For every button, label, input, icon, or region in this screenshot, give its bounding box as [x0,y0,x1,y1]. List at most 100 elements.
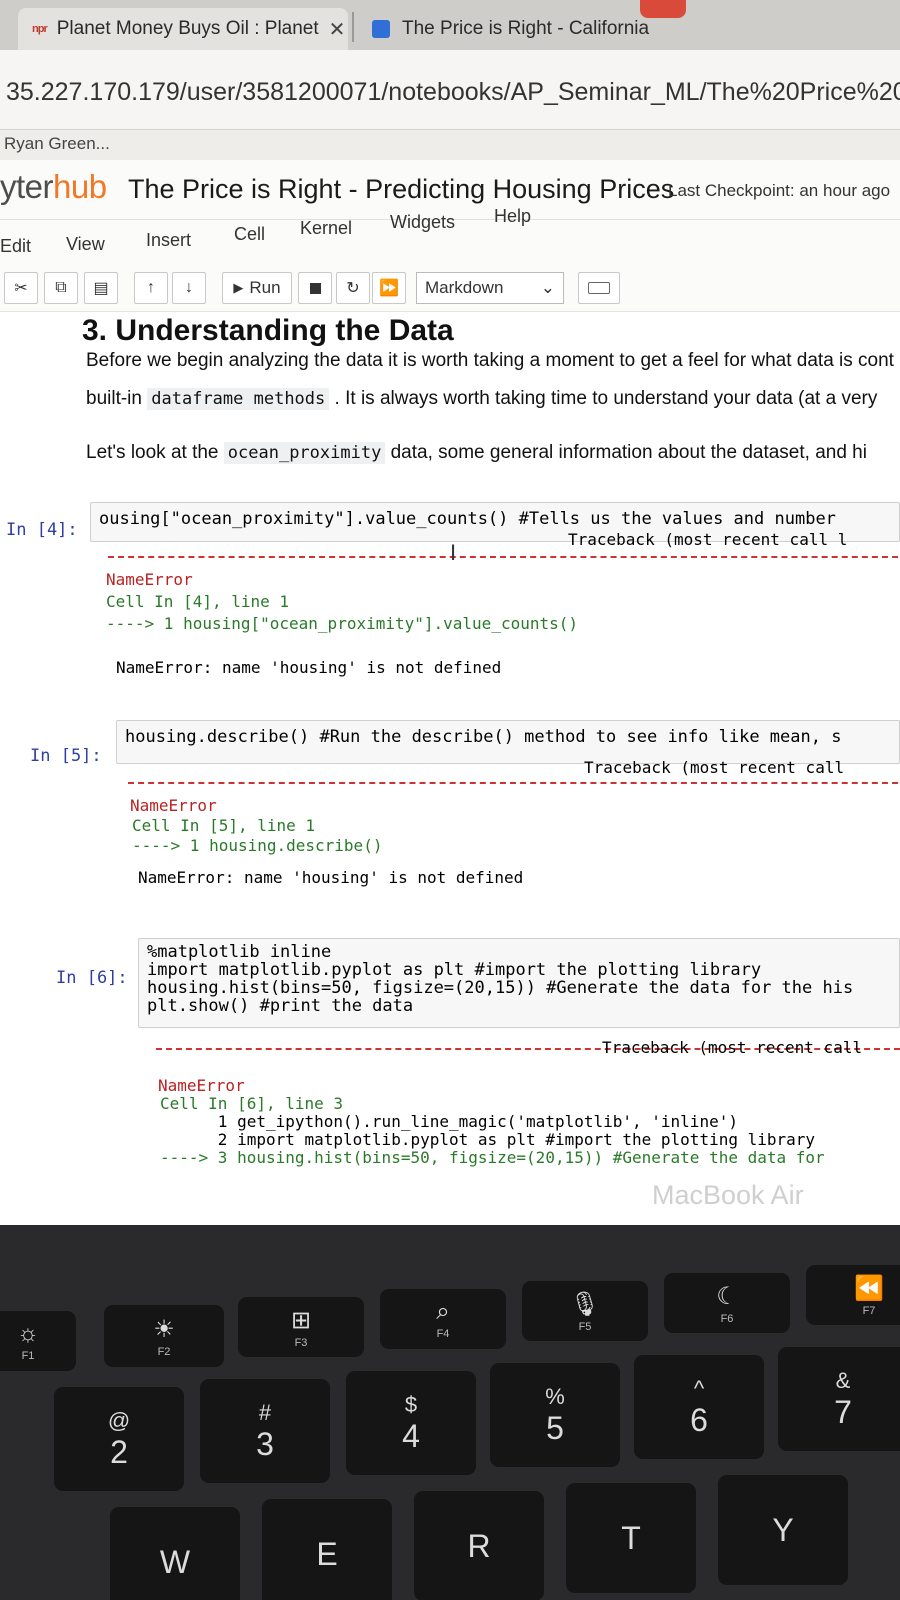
tab-divider [352,12,354,42]
key-f1[interactable]: ☼ F1 [0,1311,76,1371]
laptop-screen: npr Planet Money Buys Oil : Planet ✕ The… [0,0,900,1225]
error-name: NameError [130,796,217,815]
brightness-up-icon: ☀ [153,1315,175,1343]
key-w[interactable]: W [110,1507,240,1600]
key-f6[interactable]: ☾ F6 [664,1273,790,1333]
key-6[interactable]: ^ 6 [634,1355,764,1459]
traceback-line: 2 import matplotlib.pyplot as plt #impor… [160,1130,816,1149]
paragraph-line: Before we begin analyzing the data it is… [86,350,894,371]
jupyter-icon [372,20,390,38]
keyboard-icon[interactable] [578,272,620,304]
move-up-icon[interactable]: ↑ [134,272,168,304]
logo-text-orange: hub [53,168,107,205]
close-icon[interactable]: ✕ [329,17,346,42]
npr-icon: npr [32,23,48,35]
menu-kernel[interactable]: Kernel [300,218,352,239]
jupyter-header: yterhub The Price is Right - Predicting … [0,160,900,220]
key-f3[interactable]: ⊞ F3 [238,1297,364,1357]
key-f5[interactable]: 🎙 F5 [522,1281,648,1341]
play-icon: ▶ [233,280,244,295]
move-down-icon[interactable]: ↓ [172,272,206,304]
paragraph-line: built-in dataframe methods . It is alway… [86,388,878,410]
browser-tab-bar: npr Planet Money Buys Oil : Planet ✕ The… [0,0,900,50]
inline-code: dataframe methods [147,388,330,410]
key-3[interactable]: #3 [200,1379,330,1483]
key-2[interactable]: @2 [54,1387,184,1491]
section-heading: 3. Understanding the Data [82,314,454,347]
error-message: NameError: name 'housing' is not defined [138,868,524,887]
inline-code: ocean_proximity [223,442,386,464]
traceback-header: Traceback (most recent call [602,1038,863,1057]
notebook-title[interactable]: The Price is Right - Predicting Housing … [128,174,674,205]
menu-insert[interactable]: Insert [146,230,191,251]
menu-help[interactable]: Help [494,206,531,227]
traceback-line: 1 get_ipython().run_line_magic('matplotl… [160,1112,738,1131]
jupyterhub-logo[interactable]: yterhub [0,168,107,206]
tab-price-is-right[interactable]: The Price is Right - California [360,8,680,50]
error-source-line: ----> 1 housing["ocean_proximity"].value… [106,614,579,633]
restart-icon[interactable]: ↻ [336,272,370,304]
notebook-toolbar: ✂ ⧉ ▤ ↑ ↓ ▶ Run ↻ ⏩ Markdown ⌄ [0,266,900,312]
text-cursor-icon: I [450,540,457,565]
error-divider [108,556,898,558]
key-r[interactable]: R [414,1491,544,1600]
code-line: import matplotlib.pyplot as plt #import … [147,960,762,980]
copy-icon[interactable]: ⧉ [44,272,78,304]
cell-prompt: In [6]: [56,968,128,988]
paragraph-line: Let's look at the ocean_proximity data, … [86,442,867,464]
menu-widgets[interactable]: Widgets [390,212,455,233]
menu-edit[interactable]: Edit [0,236,31,257]
key-f7[interactable]: ⏪ F7 [806,1265,900,1325]
cell-type-select[interactable]: Markdown ⌄ [416,272,564,304]
code-line: housing.hist(bins=50, figsize=(20,15)) #… [147,978,854,998]
laptop-keyboard: ☼ F1 ☀ F2 ⊞ F3 ⌕ F4 🎙 F5 ☾ F6 ⏪ F7 @2 #3 $4 % 5 … [0,1225,900,1600]
url-text[interactable]: 35.227.170.179/user/3581200071/notebooks… [6,78,900,107]
key-y[interactable]: Y [718,1475,848,1585]
bookmark-item[interactable]: Ryan Green... [4,134,110,154]
run-button[interactable]: ▶ Run [222,272,292,304]
rewind-icon: ⏪ [854,1274,884,1302]
key-t[interactable]: T [566,1483,696,1593]
tab-planet-money[interactable]: npr Planet Money Buys Oil : Planet ✕ [18,8,348,50]
key-e[interactable]: E [262,1499,392,1600]
error-name: NameError [106,570,193,589]
moon-icon: ☾ [716,1282,738,1310]
stop-icon[interactable] [298,272,332,304]
run-label: Run [249,278,281,297]
macbook-air-label: MacBook Air [652,1180,804,1210]
tab-label: Planet Money Buys Oil : Planet [56,18,319,39]
error-name: NameError [158,1076,245,1095]
traceback-header: Traceback (most recent call l [568,530,848,549]
key-7[interactable]: & 7 [778,1347,900,1451]
traceback-header: Traceback (most recent call [584,758,845,777]
brightness-down-icon: ☼ [17,1320,39,1347]
error-source-line: ----> 1 housing.describe() [132,836,383,855]
menu-view[interactable]: View [66,234,105,255]
mission-control-icon: ⊞ [290,1306,312,1334]
paste-icon[interactable]: ▤ [84,272,118,304]
chevron-down-icon: ⌄ [540,278,555,297]
error-divider [128,782,898,784]
cell-prompt: In [5]: [30,746,102,766]
key-f4[interactable]: ⌕ F4 [380,1289,506,1349]
code-line: plt.show() #print the data [147,996,414,1016]
cell-type-value: Markdown [425,278,504,297]
key-4[interactable]: $4 [346,1371,476,1475]
key-5[interactable]: % 5 [490,1363,620,1467]
tab-label: The Price is Right - California [402,18,650,39]
cell-prompt: In [4]: [6,520,78,540]
fast-forward-icon[interactable]: ⏩ [372,272,406,304]
code-line: %matplotlib inline [147,942,332,962]
notebook-body: 3. Understanding the Data Before we begi… [0,312,900,1225]
key-f2[interactable]: ☀ F2 [104,1305,224,1367]
code-cell-input[interactable]: %matplotlib inline import matplotlib.pypl… [138,938,900,1028]
search-icon: ⌕ [436,1298,450,1325]
microphone-icon: 🎙 [569,1290,601,1318]
error-location: Cell In [5], line 1 [132,816,316,835]
menu-bar: Edit View Insert Cell Kernel Widgets Hel… [0,206,900,266]
bookmarks-bar: Ryan Green... [0,130,900,160]
error-location: Cell In [4], line 1 [106,592,290,611]
cut-icon[interactable]: ✂ [4,272,38,304]
menu-cell[interactable]: Cell [234,224,265,245]
address-bar[interactable]: 35.227.170.179/user/3581200071/notebooks… [0,50,900,130]
